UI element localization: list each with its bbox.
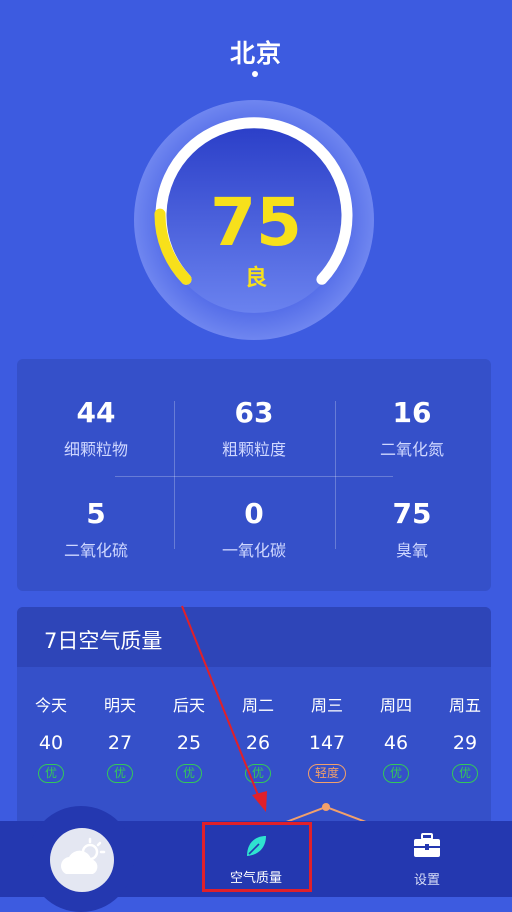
forecast-day: 今天 40 优 (17, 692, 85, 783)
day-aqi: 29 (452, 732, 478, 754)
forecast-day: 周三 147 轻度 (293, 692, 361, 783)
forecast-day: 周二 26 优 (224, 692, 292, 783)
pollutant-label: 二氧化硫 (63, 541, 128, 560)
day-name: 后天 (172, 696, 205, 715)
forecast-day: 周五 29 优 (431, 692, 491, 783)
city-title: 北京 (229, 39, 282, 68)
day-name: 周三 (310, 696, 343, 715)
pollutant-value: 16 (392, 396, 432, 429)
pollutant-label: 臭氧 (395, 541, 428, 560)
pollutant-label: 细颗粒物 (63, 440, 128, 459)
quality-badge: 优 (106, 764, 133, 783)
highlight-annotation-box (202, 822, 312, 892)
forecast-day: 后天 25 优 (155, 692, 223, 783)
forecast-card: 7日空气质量 今天 40 优 明天 27 优 后天 25 优 周二 26 优 周… (17, 607, 491, 837)
pollutant-pm25: 44 细颗粒物 (17, 396, 175, 460)
pollutant-label: 粗颗粒度 (221, 440, 286, 459)
day-aqi: 147 (308, 732, 346, 754)
toolbox-icon (414, 833, 440, 857)
pollutant-value: 63 (234, 396, 274, 429)
day-aqi: 27 (107, 732, 133, 754)
quality-badge: 优 (175, 764, 202, 783)
quality-badge: 优 (382, 764, 409, 783)
quality-badge: 优 (37, 764, 64, 783)
quality-badge: 优 (451, 764, 478, 783)
forecast-day: 明天 27 优 (86, 692, 154, 783)
pollutant-label: 一氧化碳 (221, 541, 286, 560)
forecast-day: 周四 46 优 (362, 692, 430, 783)
quality-badge: 优 (244, 764, 271, 783)
aqi-value: 75 (210, 184, 302, 261)
page-indicator-dot (252, 71, 258, 77)
pollutant-pm10: 63 粗颗粒度 (175, 396, 333, 460)
pollutant-card: 44 细颗粒物 63 粗颗粒度 16 二氧化氮 5 二氧化硫 0 一氧化碳 75… (17, 359, 491, 591)
day-name: 今天 (34, 696, 67, 715)
settings-tab[interactable]: 设置 (392, 833, 462, 888)
divider (115, 476, 393, 477)
pollutant-value: 5 (86, 497, 106, 530)
pollutant-value: 75 (392, 497, 432, 530)
quality-badge: 轻度 (307, 764, 346, 783)
day-aqi: 46 (383, 732, 409, 754)
forecast-title: 7日空气质量 (44, 629, 163, 653)
settings-tab-label: 设置 (413, 873, 440, 888)
pollutant-so2: 5 二氧化硫 (17, 497, 175, 561)
pollutant-value: 44 (76, 396, 116, 429)
cloud-sun-icon (61, 837, 106, 874)
aqi-level: 良 (244, 266, 267, 291)
pollutant-o3: 75 臭氧 (333, 497, 491, 561)
day-aqi: 25 (176, 732, 202, 754)
forecast-header: 7日空气质量 (17, 607, 491, 667)
day-name: 周四 (379, 696, 412, 715)
pollutant-label: 二氧化氮 (379, 440, 444, 459)
day-name: 明天 (103, 696, 136, 715)
pollutant-co: 0 一氧化碳 (175, 497, 333, 561)
day-aqi: 26 (245, 732, 271, 754)
day-aqi: 40 (38, 732, 64, 754)
pollutant-value: 0 (244, 497, 264, 530)
pollutant-no2: 16 二氧化氮 (333, 396, 491, 460)
weather-tab[interactable] (28, 806, 134, 912)
weather-tab-bubble (50, 828, 114, 892)
day-name: 周五 (448, 696, 481, 715)
day-name: 周二 (241, 696, 274, 715)
